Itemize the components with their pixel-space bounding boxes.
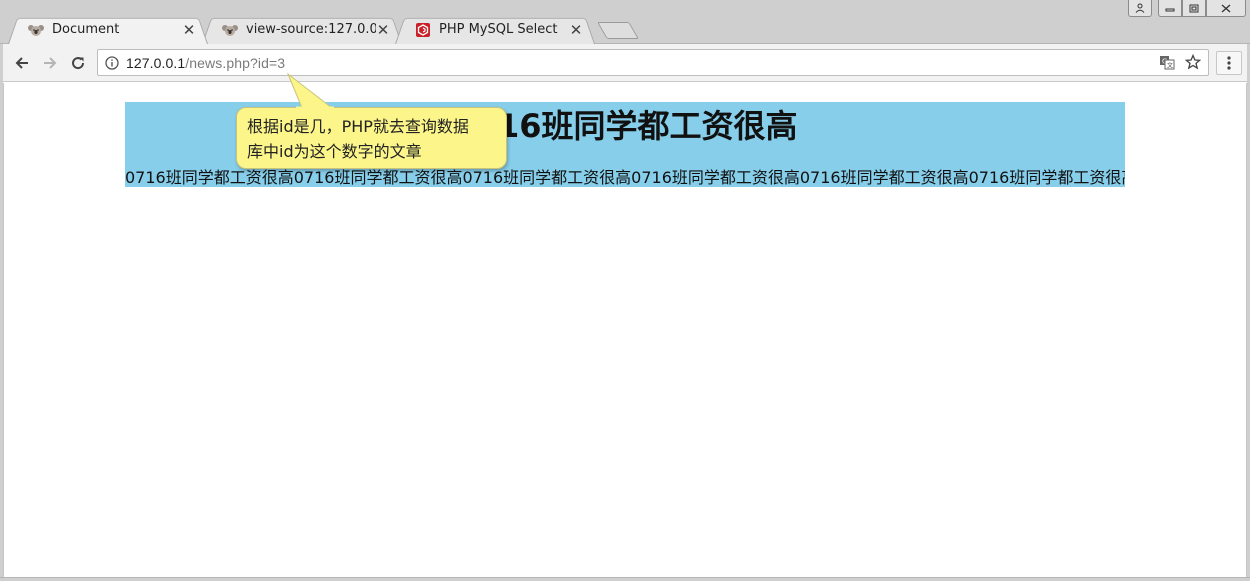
address-bar-actions: G文	[1158, 53, 1202, 71]
window-frame-left	[0, 44, 3, 581]
browser-toolbar: 127.0.0.1/news.php?id=3 G文	[0, 44, 1250, 82]
arrow-right-icon	[44, 57, 57, 69]
more-vert-icon	[1227, 56, 1231, 70]
close-icon	[1221, 4, 1231, 12]
restore-button[interactable]	[1182, 0, 1206, 17]
svg-text:文: 文	[1167, 62, 1173, 70]
tab-document[interactable]: Document ✕	[8, 15, 208, 44]
address-bar[interactable]: 127.0.0.1/news.php?id=3 G文	[97, 49, 1209, 76]
tab-close-icon[interactable]: ✕	[182, 21, 196, 39]
minimize-button[interactable]	[1158, 0, 1182, 17]
window-buttons	[1158, 0, 1246, 17]
koala-icon	[222, 22, 238, 38]
url-host: 127.0.0.1	[126, 54, 186, 71]
profile-button[interactable]	[1128, 0, 1152, 17]
window-titlebar: Document ✕ view-source:127.0.0.1/n ✕ PHP…	[0, 0, 1250, 44]
restore-icon	[1189, 4, 1199, 12]
minimize-icon	[1165, 8, 1175, 12]
forward-button[interactable]	[38, 51, 62, 75]
new-tab-button[interactable]	[597, 22, 639, 39]
callout-line-1: 根据id是几，PHP就去查询数据	[247, 117, 469, 136]
php-red-icon	[415, 22, 431, 38]
tab-view-source[interactable]: view-source:127.0.0.1/n ✕	[202, 15, 402, 44]
reload-button[interactable]	[66, 51, 90, 75]
url-text[interactable]: 127.0.0.1/news.php?id=3	[126, 55, 285, 71]
window-frame-bottom	[0, 577, 1250, 581]
tab-close-icon[interactable]: ✕	[569, 21, 583, 39]
url-path: /news.php?id=3	[185, 54, 286, 71]
callout-pointer	[286, 72, 334, 110]
tab-title: view-source:127.0.0.1/n	[246, 22, 376, 37]
arrow-left-icon	[15, 57, 28, 69]
tab-php-mysql-select[interactable]: PHP MySQL Select ✕	[395, 15, 595, 44]
info-icon[interactable]	[104, 55, 120, 71]
back-button[interactable]	[10, 51, 34, 75]
close-window-button[interactable]	[1206, 0, 1246, 17]
reload-icon	[72, 57, 85, 70]
callout-line-2: 库中id为这个数字的文章	[247, 142, 422, 161]
browser-menu-button[interactable]	[1216, 51, 1242, 75]
translate-icon[interactable]: G文	[1158, 53, 1176, 71]
star-icon[interactable]	[1184, 53, 1202, 71]
news-body: 0716班同学都工资很高0716班同学都工资很高0716班同学都工资很高0716…	[125, 168, 1125, 187]
tab-close-icon[interactable]: ✕	[376, 21, 390, 39]
window-controls	[1128, 0, 1246, 18]
koala-icon	[28, 22, 44, 38]
person-icon	[1135, 3, 1145, 13]
annotation-callout: 根据id是几，PHP就去查询数据 库中id为这个数字的文章	[236, 107, 507, 169]
tab-title: Document	[52, 22, 120, 37]
tab-title: PHP MySQL Select	[439, 22, 558, 37]
